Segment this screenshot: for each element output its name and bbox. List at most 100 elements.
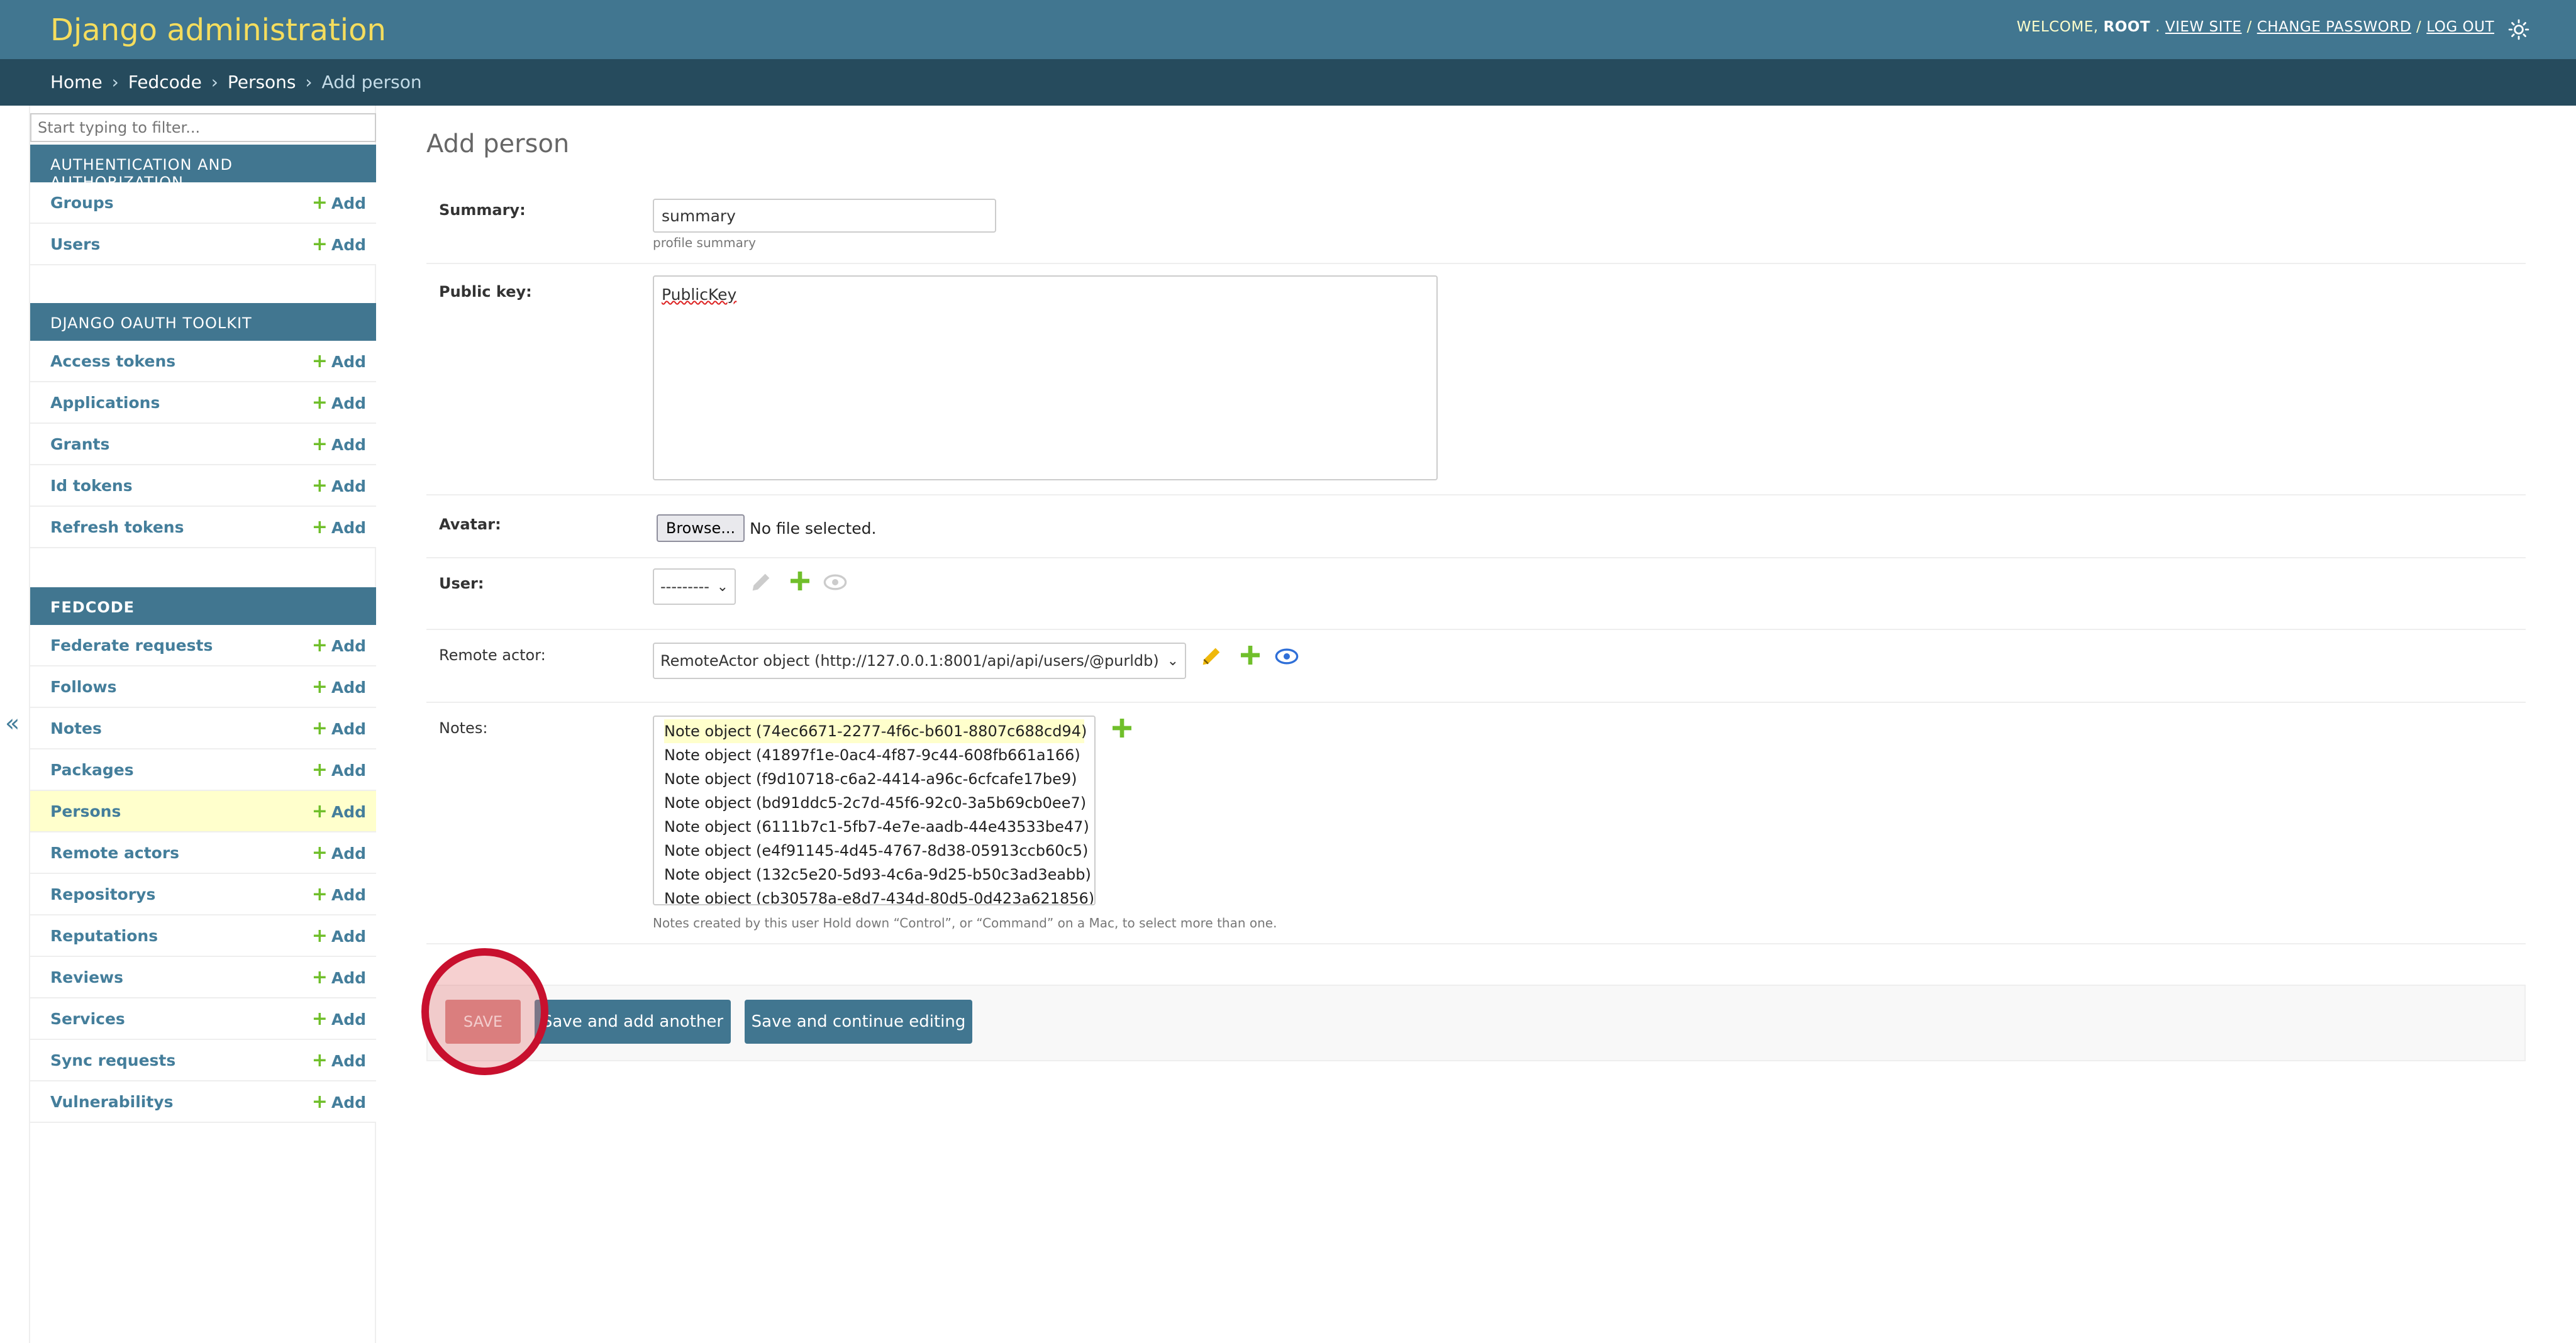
sidebar-item-label[interactable]: Persons bbox=[50, 802, 121, 821]
add-button[interactable]: + Add bbox=[312, 516, 366, 538]
sidebar-item-label[interactable]: Refresh tokens bbox=[50, 518, 184, 536]
site-name[interactable]: Django administration bbox=[50, 13, 386, 48]
user-tools: WELCOME, ROOT. VIEW SITE / CHANGE PASSWO… bbox=[2016, 19, 2494, 35]
sidebar-item-label[interactable]: Sync requests bbox=[50, 1051, 175, 1069]
add-button[interactable]: + Add bbox=[312, 717, 366, 739]
plus-icon[interactable] bbox=[1109, 716, 1135, 741]
no-file-text: No file selected. bbox=[750, 519, 877, 538]
save-and-continue-button[interactable]: Save and continue editing bbox=[745, 1000, 972, 1044]
add-button[interactable]: + Add bbox=[312, 925, 366, 947]
plus-icon[interactable] bbox=[787, 568, 813, 594]
module-caption[interactable]: Django OAuth Toolkit bbox=[30, 303, 376, 341]
log-out-link[interactable]: LOG OUT bbox=[2426, 19, 2494, 35]
add-button[interactable]: + Add bbox=[312, 1049, 366, 1071]
add-button[interactable]: + Add bbox=[312, 392, 366, 414]
add-button[interactable]: + Add bbox=[312, 192, 366, 214]
view-site-link[interactable]: VIEW SITE bbox=[2165, 19, 2242, 35]
remote-actor-select[interactable]: RemoteActor object (http://127.0.0.1:800… bbox=[653, 643, 1186, 679]
sidebar-item-label[interactable]: Packages bbox=[50, 761, 134, 779]
welcome-text: WELCOME, bbox=[2016, 19, 2099, 35]
add-button[interactable]: + Add bbox=[312, 842, 366, 864]
list-item[interactable]: Note object (e4f91145-4d45-4767-8d38-059… bbox=[664, 839, 1088, 863]
plus-icon: + bbox=[311, 966, 328, 988]
list-item[interactable]: Note object (132c5e20-5d93-4c6a-9d25-b50… bbox=[664, 863, 1091, 887]
sidebar-item-label[interactable]: Grants bbox=[50, 435, 109, 453]
breadcrumb-home[interactable]: Home bbox=[50, 72, 103, 92]
public-key-textarea[interactable]: PublicKey bbox=[653, 275, 1438, 480]
plus-icon: + bbox=[311, 1090, 328, 1113]
sidebar-item-id-tokens: Id tokens + Add bbox=[30, 465, 376, 507]
sidebar-item-reputations: Reputations + Add bbox=[30, 915, 376, 957]
add-button[interactable]: + Add bbox=[312, 676, 366, 698]
eye-icon bbox=[823, 574, 847, 590]
list-item[interactable]: Note object (6111b7c1-5fb7-4e7e-aadb-44e… bbox=[664, 815, 1089, 839]
plus-icon: + bbox=[311, 391, 328, 414]
pencil-icon[interactable] bbox=[1199, 644, 1224, 669]
list-item[interactable]: Note object (41897f1e-0ac4-4f87-9c44-608… bbox=[664, 743, 1084, 767]
sidebar-collapse-toggle[interactable]: « bbox=[5, 709, 19, 737]
sidebar-item-users: Users + Add bbox=[30, 224, 376, 265]
module-fedcode: Fedcode Federate requests + Add Follows +… bbox=[30, 587, 376, 1123]
module-caption[interactable]: Authentication and Authorization bbox=[30, 145, 376, 191]
sidebar-item-label[interactable]: Applications bbox=[50, 394, 160, 412]
add-button[interactable]: + Add bbox=[312, 883, 366, 905]
list-item[interactable]: Note object (cb30578a-e8d7-434d-80d5-0d4… bbox=[664, 887, 1094, 904]
breadcrumb-app[interactable]: Fedcode bbox=[128, 72, 202, 92]
sidebar-item-label[interactable]: Id tokens bbox=[50, 477, 133, 495]
add-button[interactable]: + Add bbox=[312, 1008, 366, 1030]
plus-icon: + bbox=[311, 675, 328, 698]
module-caption[interactable]: Fedcode bbox=[30, 587, 376, 625]
sidebar-item-label[interactable]: Groups bbox=[50, 194, 114, 212]
breadcrumb-current: Add person bbox=[321, 72, 422, 92]
add-button[interactable]: + Add bbox=[312, 759, 366, 781]
add-button[interactable]: + Add bbox=[312, 475, 366, 497]
sidebar-item-remote-actors: Remote actors + Add bbox=[30, 832, 376, 874]
sidebar-item-label[interactable]: Services bbox=[50, 1010, 125, 1028]
sidebar-item-label[interactable]: Users bbox=[50, 235, 100, 253]
breadcrumb: Home › Fedcode › Persons › Add person bbox=[0, 59, 2576, 106]
sidebar-item-label[interactable]: Federate requests bbox=[50, 636, 213, 655]
notes-label: Notes: bbox=[439, 719, 488, 737]
add-button[interactable]: + Add bbox=[312, 800, 366, 822]
list-item[interactable]: Note object (bd91ddc5-2c7d-45f6-92c0-3a5… bbox=[664, 791, 1086, 815]
user-select[interactable]: --------- ⌄ bbox=[653, 568, 736, 605]
add-button[interactable]: + Add bbox=[312, 350, 366, 372]
sidebar-item-label[interactable]: Remote actors bbox=[50, 844, 179, 862]
public-key-label: Public key: bbox=[439, 283, 532, 301]
sidebar-item-label[interactable]: Notes bbox=[50, 719, 102, 738]
change-password-link[interactable]: CHANGE PASSWORD bbox=[2257, 19, 2411, 35]
browse-button[interactable]: Browse... bbox=[657, 514, 745, 542]
sidebar-item-repositorys: Repositorys + Add bbox=[30, 874, 376, 915]
add-button[interactable]: + Add bbox=[312, 1091, 366, 1113]
add-button[interactable]: + Add bbox=[312, 233, 366, 255]
page-title: Add person bbox=[426, 130, 570, 158]
user-label: User: bbox=[439, 575, 484, 592]
sidebar-item-label[interactable]: Reputations bbox=[50, 927, 158, 945]
summary-input[interactable] bbox=[653, 199, 996, 233]
chevron-down-icon: ⌄ bbox=[716, 578, 728, 595]
eye-icon[interactable] bbox=[1274, 644, 1299, 669]
breadcrumb-model[interactable]: Persons bbox=[228, 72, 296, 92]
public-key-value: PublicKey bbox=[662, 285, 737, 304]
save-and-add-another-button[interactable]: Save and add another bbox=[535, 1000, 731, 1044]
plus-icon[interactable] bbox=[1238, 643, 1263, 668]
chevron-down-icon: ⌄ bbox=[1167, 653, 1179, 669]
plus-icon: + bbox=[311, 233, 328, 255]
avatar-label: Avatar: bbox=[439, 516, 501, 533]
list-item[interactable]: Note object (74ec6671-2277-4f6c-b601-880… bbox=[664, 719, 1087, 743]
sidebar-item-access-tokens: Access tokens + Add bbox=[30, 341, 376, 382]
nav-filter-input[interactable] bbox=[30, 113, 376, 142]
list-item[interactable]: Note object (f9d10718-c6a2-4414-a96c-6cf… bbox=[664, 767, 1084, 791]
add-button[interactable]: + Add bbox=[312, 966, 366, 988]
add-button[interactable]: + Add bbox=[312, 634, 366, 656]
add-button[interactable]: + Add bbox=[312, 433, 366, 455]
sun-icon[interactable] bbox=[2508, 19, 2529, 40]
sidebar-item-label[interactable]: Reviews bbox=[50, 968, 123, 987]
notes-multi-select[interactable]: Note object (74ec6671-2277-4f6c-b601-880… bbox=[653, 716, 1096, 905]
sidebar-item-label[interactable]: Access tokens bbox=[50, 352, 175, 370]
plus-icon: + bbox=[311, 924, 328, 947]
sidebar-item-label[interactable]: Repositorys bbox=[50, 885, 155, 904]
sidebar-item-label[interactable]: Follows bbox=[50, 678, 117, 696]
module-oauth: Django OAuth Toolkit Access tokens + Add … bbox=[30, 303, 376, 548]
sidebar-item-label[interactable]: Vulnerabilitys bbox=[50, 1093, 174, 1111]
